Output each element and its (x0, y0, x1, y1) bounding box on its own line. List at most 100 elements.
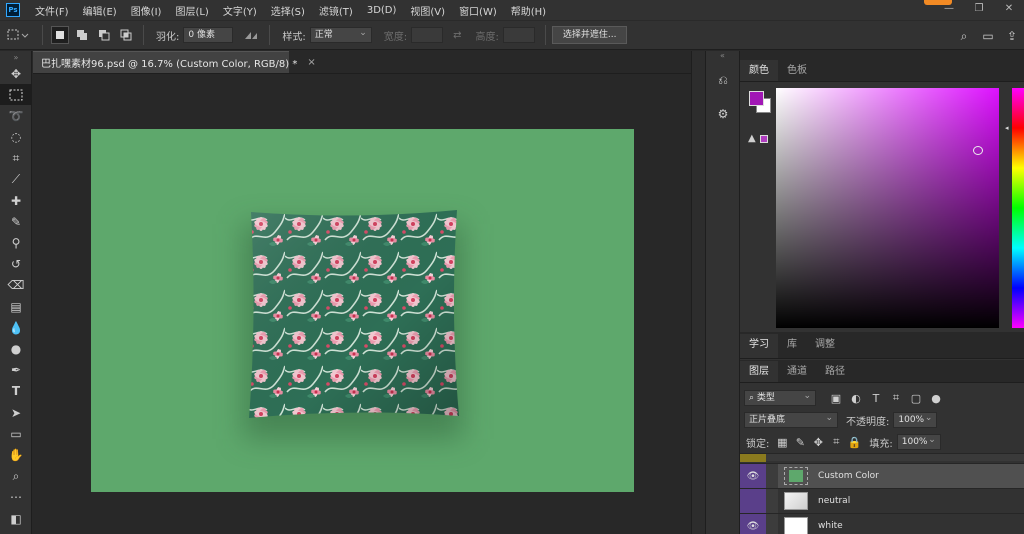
default-colors-icon[interactable]: ◧ (0, 508, 32, 529)
menu-3d[interactable]: 3D(D) (360, 5, 404, 16)
gamut-warning-icon[interactable]: ▲ (748, 133, 756, 144)
opacity-input[interactable]: 100% (893, 411, 938, 428)
layer-item-neutral[interactable]: · neutral (740, 488, 1024, 513)
search-icon[interactable]: ⌕ (952, 29, 976, 44)
visibility-eye-icon[interactable]: · (740, 489, 766, 513)
quick-select-icon[interactable]: ◌ (0, 127, 32, 148)
zoom-tool-icon[interactable]: ⌕ (0, 466, 32, 487)
menu-select[interactable]: 选择(S) (264, 3, 312, 18)
clone-stamp-icon[interactable]: ⚲ (0, 233, 32, 254)
visibility-eye-icon[interactable]: 👁 (740, 464, 766, 488)
properties-panel-icon[interactable]: ⚙ (706, 101, 740, 127)
select-and-mask-button[interactable]: 选择并遮住... (551, 26, 628, 44)
shape-filter-icon[interactable]: ⌗ (886, 391, 906, 405)
layer-item-custom-color[interactable]: 👁 Custom Color (740, 463, 1024, 488)
feather-input[interactable]: 0 像素 (183, 27, 234, 43)
pixel-filter-icon[interactable]: ▣ (826, 392, 846, 405)
tab-libraries[interactable]: 库 (778, 334, 806, 358)
menu-type[interactable]: 文字(Y) (216, 3, 264, 18)
hue-slider-arrow[interactable]: ◂ (1005, 124, 1009, 132)
hand-tool-icon[interactable]: ✋ (0, 444, 32, 465)
path-select-icon[interactable]: ➤ (0, 402, 32, 423)
menu-view[interactable]: 视图(V) (403, 3, 452, 18)
lock-label: 锁定: (746, 438, 770, 450)
layer-filter-select[interactable]: ⌕ 类型 (744, 389, 816, 406)
lock-transparent-icon[interactable]: ▦ (773, 436, 791, 449)
more-tools-icon[interactable]: ⋯ (0, 487, 32, 508)
menu-file[interactable]: 文件(F) (28, 3, 76, 18)
lock-position-icon[interactable]: ✥ (809, 436, 827, 449)
new-selection-icon[interactable] (51, 26, 69, 44)
crop-tool-icon[interactable]: ⌗ (0, 148, 32, 169)
foreground-color-swatch[interactable] (749, 91, 764, 106)
lock-all-icon[interactable]: 🔒 (845, 436, 863, 449)
swap-icon[interactable]: ⇄ (453, 30, 461, 41)
canvas[interactable] (91, 129, 634, 492)
smart-object-filter-icon[interactable]: ▢ (906, 392, 926, 405)
move-tool-icon[interactable]: ✥ (0, 63, 32, 84)
lasso-tool-icon[interactable]: ➰ (0, 105, 32, 126)
tab-adjustments[interactable]: 调整 (806, 334, 844, 358)
close-window-icon[interactable]: ✕ (994, 0, 1024, 20)
blend-mode-select[interactable]: 正片叠底 (744, 411, 838, 428)
menu-edit[interactable]: 编辑(E) (76, 3, 124, 18)
workspace-icon[interactable]: ▭ (976, 29, 1000, 43)
lock-pixels-icon[interactable]: ✎ (791, 436, 809, 449)
style-select[interactable]: 正常 (309, 26, 372, 43)
rectangle-tool-icon[interactable]: ▭ (0, 423, 32, 444)
menu-image[interactable]: 图像(I) (124, 3, 169, 18)
photoshop-logo-icon[interactable]: Ps (6, 3, 20, 17)
gamut-correction-swatch[interactable] (760, 135, 768, 143)
vertical-scrollbar[interactable] (691, 51, 705, 534)
add-selection-icon[interactable] (73, 26, 91, 44)
menu-layer[interactable]: 图层(L) (168, 3, 215, 18)
dodge-tool-icon[interactable]: ● (0, 338, 32, 359)
gradient-tool-icon[interactable]: ▤ (0, 296, 32, 317)
hue-slider[interactable] (1012, 88, 1024, 328)
healing-brush-icon[interactable]: ✚ (0, 190, 32, 211)
color-picker-ring[interactable] (973, 146, 983, 155)
history-panel-icon[interactable]: ⎌ (706, 67, 740, 93)
width-label: 宽度: (383, 31, 408, 43)
width-input[interactable] (411, 27, 444, 43)
eraser-tool-icon[interactable]: ⌫ (0, 275, 32, 296)
brush-tool-icon[interactable]: ✎ (0, 211, 32, 232)
menu-help[interactable]: 帮助(H) (504, 3, 553, 18)
menu-window[interactable]: 窗口(W) (452, 3, 504, 18)
restore-icon[interactable]: ❐ (964, 0, 994, 20)
tab-channels[interactable]: 通道 (778, 361, 816, 382)
lock-artboard-icon[interactable]: ⌗ (827, 435, 845, 449)
tab-learn[interactable]: 学习 (740, 334, 778, 358)
marquee-preset-icon[interactable] (0, 24, 36, 46)
blur-tool-icon[interactable]: 💧 (0, 317, 32, 338)
tab-paths[interactable]: 路径 (816, 361, 854, 382)
tab-layers[interactable]: 图层 (740, 361, 778, 382)
height-input[interactable] (502, 27, 535, 43)
opacity-label: 不透明度: (846, 416, 890, 428)
intersect-selection-icon[interactable] (117, 26, 135, 44)
layer-item-partial[interactable] (740, 453, 1024, 462)
visibility-eye-icon[interactable]: 👁 (740, 514, 766, 534)
share-icon[interactable]: ⇪ (1000, 29, 1024, 43)
document-tab[interactable]: 巴扎嘿素材96.psd @ 16.7% (Custom Color, RGB/8… (33, 51, 316, 73)
tab-color[interactable]: 颜色 (740, 60, 778, 81)
type-tool-icon[interactable]: T (0, 381, 32, 402)
type-filter-icon[interactable]: T (866, 392, 886, 405)
adjustment-filter-icon[interactable]: ◐ (846, 392, 866, 405)
eyedropper-icon[interactable]: ⟋ (0, 169, 32, 190)
pen-tool-icon[interactable]: ✒ (0, 360, 32, 381)
subtract-selection-icon[interactable] (95, 26, 113, 44)
fill-input[interactable]: 100% (896, 433, 941, 450)
layer-item-white[interactable]: 👁 white (740, 513, 1024, 534)
anti-alias-icon[interactable] (241, 26, 261, 44)
menu-filter[interactable]: 滤镜(T) (312, 3, 360, 18)
dock-expand-icon[interactable]: « (706, 51, 739, 60)
close-tab-icon[interactable]: × (307, 57, 315, 68)
rectangular-marquee-icon[interactable] (0, 84, 32, 106)
tab-swatches[interactable]: 色板 (778, 60, 816, 81)
history-brush-icon[interactable]: ↺ (0, 254, 32, 275)
saturation-brightness-field[interactable] (776, 88, 999, 328)
toolbar-grip-icon[interactable]: » (0, 51, 32, 63)
minimize-icon[interactable]: — (934, 0, 964, 20)
filter-toggle-icon[interactable]: ● (926, 392, 946, 405)
